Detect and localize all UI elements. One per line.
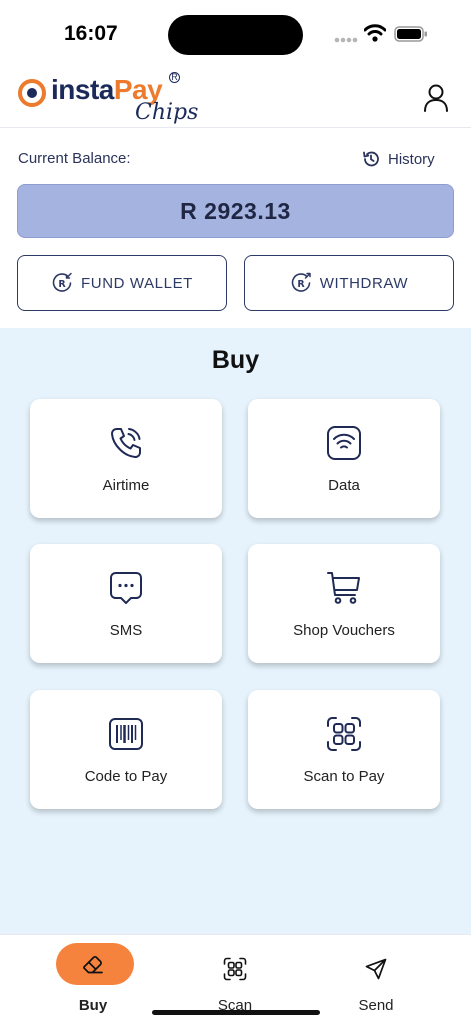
balance-display: R 2923.13 — [17, 184, 454, 238]
withdraw-label: WITHDRAW — [319, 274, 409, 292]
cart-icon — [327, 572, 360, 604]
nav-send[interactable]: Send — [331, 943, 421, 1014]
sms-label: SMS — [109, 622, 143, 639]
status-bar: 16:07 — [0, 0, 471, 62]
shop-vouchers-label: Shop Vouchers — [293, 622, 395, 639]
svg-text:R: R — [58, 279, 66, 290]
balance-amount: R 2923.13 — [180, 197, 291, 224]
data-label: Data — [328, 477, 360, 494]
shop-vouchers-tile[interactable]: Shop Vouchers — [248, 544, 440, 663]
scan-to-pay-label: Scan to Pay — [303, 768, 385, 785]
scan-to-pay-tile[interactable]: Scan to Pay — [248, 690, 440, 809]
logo-registered-mark: R — [169, 72, 180, 83]
data-tile[interactable]: Data — [248, 399, 440, 518]
nav-scan[interactable]: Scan — [190, 943, 280, 1014]
app-header: instaPay R Chips — [0, 62, 471, 128]
history-icon — [363, 151, 379, 167]
wifi-icon — [327, 426, 361, 460]
wifi-status-icon — [364, 24, 386, 42]
code-to-pay-tile[interactable]: Code to Pay — [30, 690, 222, 809]
cellular-signal-icon — [334, 37, 358, 43]
fund-wallet-button[interactable]: R FUND WALLET — [17, 255, 227, 311]
chat-icon — [110, 572, 142, 604]
user-icon[interactable] — [420, 82, 452, 114]
history-link[interactable]: History — [362, 149, 435, 169]
logo-text-insta: insta — [51, 74, 114, 105]
instapay-logo: instaPay R Chips — [17, 70, 199, 126]
code-to-pay-label: Code to Pay — [84, 768, 168, 785]
rand-deposit-icon: R — [52, 272, 72, 292]
logo-subtitle: Chips — [135, 100, 199, 125]
qr-scan-icon — [327, 717, 361, 751]
buy-panel: Buy Airtime Data SMS Shop Vouchers Code … — [0, 328, 471, 934]
logo-ring-icon — [18, 79, 46, 107]
buy-title: Buy — [211, 346, 260, 374]
eraser-icon — [83, 956, 103, 974]
svg-text:R: R — [297, 279, 305, 290]
history-label: History — [388, 150, 435, 168]
nav-send-label: Send — [358, 997, 394, 1014]
qr-scan-icon — [223, 957, 247, 981]
barcode-icon — [109, 718, 143, 750]
airtime-tile[interactable]: Airtime — [30, 399, 222, 518]
nav-buy-label: Buy — [78, 997, 108, 1014]
rand-withdraw-icon: R — [291, 272, 311, 292]
dynamic-island — [168, 15, 303, 55]
fund-wallet-label: FUND WALLET — [81, 274, 193, 292]
nav-buy[interactable]: Buy — [52, 943, 142, 1014]
current-balance-label: Current Balance: — [18, 150, 131, 167]
withdraw-button[interactable]: R WITHDRAW — [244, 255, 454, 311]
sms-tile[interactable]: SMS — [30, 544, 222, 663]
send-icon — [365, 958, 387, 980]
home-indicator — [152, 1010, 320, 1015]
phone-icon — [111, 428, 141, 458]
battery-icon — [394, 26, 427, 42]
airtime-label: Airtime — [102, 477, 150, 494]
status-time: 16:07 — [64, 22, 118, 45]
